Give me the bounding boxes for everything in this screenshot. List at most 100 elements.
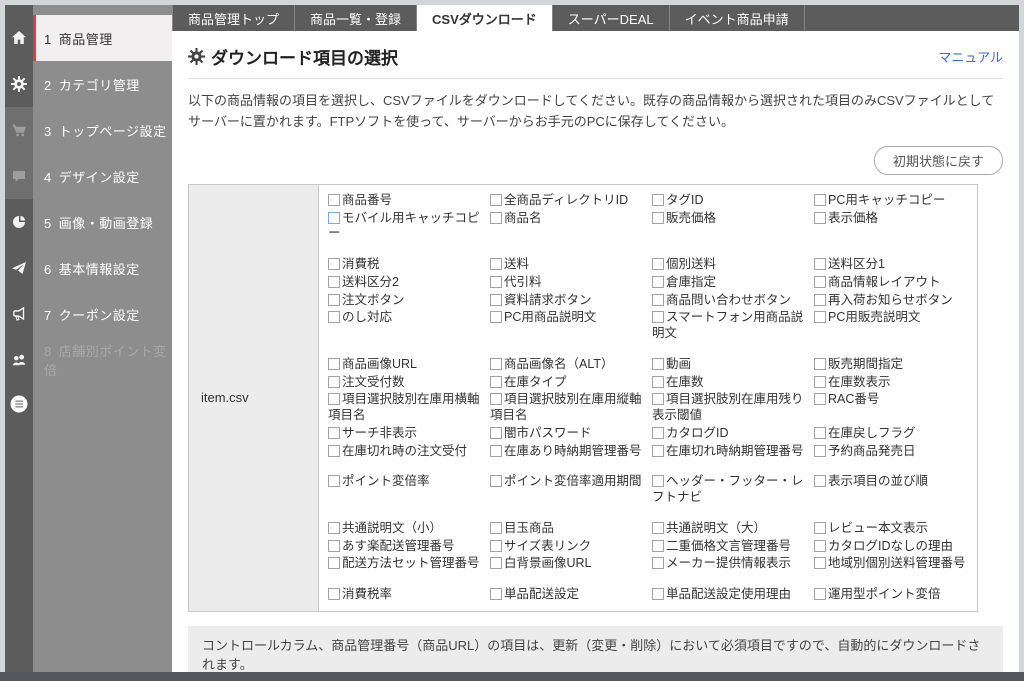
checkbox[interactable]	[652, 475, 664, 488]
csv-item-checkbox[interactable]: カタログID	[652, 425, 809, 443]
checkbox[interactable]	[814, 211, 826, 224]
checkbox[interactable]	[814, 357, 826, 370]
checkbox[interactable]	[490, 275, 502, 288]
csv-item-checkbox[interactable]: 注文受付数	[328, 374, 485, 392]
sidebar-item-3[interactable]: 3 トップページ設定	[5, 107, 172, 153]
csv-item-checkbox[interactable]: PC用販売説明文	[814, 309, 971, 343]
csv-item-checkbox[interactable]: レビュー本文表示	[814, 520, 971, 538]
checkbox[interactable]	[652, 275, 664, 288]
checkbox[interactable]	[328, 475, 340, 488]
checkbox[interactable]	[490, 521, 502, 534]
csv-item-checkbox[interactable]: 全商品ディレクトリID	[490, 192, 647, 210]
csv-item-checkbox[interactable]: 商品画像名（ALT）	[490, 356, 647, 374]
csv-item-checkbox[interactable]: モバイル用キャッチコピー	[328, 210, 485, 244]
checkbox[interactable]	[814, 311, 826, 324]
checkbox[interactable]	[814, 539, 826, 552]
checkbox[interactable]	[652, 393, 664, 406]
checkbox[interactable]	[490, 211, 502, 224]
checkbox[interactable]	[652, 539, 664, 552]
checkbox[interactable]	[652, 426, 664, 439]
csv-item-checkbox[interactable]: あす楽配送管理番号	[328, 538, 485, 556]
csv-item-checkbox[interactable]: 消費税率	[328, 586, 485, 604]
csv-item-checkbox[interactable]: 表示価格	[814, 210, 971, 244]
csv-item-checkbox[interactable]: ポイント変倍率適用期間	[490, 473, 647, 507]
csv-item-checkbox[interactable]: タグID	[652, 192, 809, 210]
csv-item-checkbox[interactable]: 倉庫指定	[652, 274, 809, 292]
csv-item-checkbox[interactable]: 項目選択肢別在庫用残り表示閾値	[652, 391, 809, 425]
csv-item-checkbox[interactable]: 資料請求ボタン	[490, 292, 647, 310]
checkbox[interactable]	[490, 557, 502, 570]
checkbox[interactable]	[328, 275, 340, 288]
checkbox[interactable]	[814, 475, 826, 488]
reset-button[interactable]: 初期状態に戻す	[873, 145, 1003, 175]
checkbox[interactable]	[652, 193, 664, 206]
csv-item-checkbox[interactable]: 動画	[652, 356, 809, 374]
checkbox[interactable]	[814, 588, 826, 601]
checkbox[interactable]	[328, 293, 340, 306]
checkbox[interactable]	[814, 375, 826, 388]
checkbox[interactable]	[652, 211, 664, 224]
csv-item-checkbox[interactable]: 再入荷お知らせボタン	[814, 292, 971, 310]
csv-item-checkbox[interactable]: ヘッダー・フッター・レフトナビ	[652, 473, 809, 507]
checkbox[interactable]	[490, 588, 502, 601]
checkbox[interactable]	[490, 258, 502, 271]
checkbox[interactable]	[490, 475, 502, 488]
csv-item-checkbox[interactable]: 在庫数表示	[814, 374, 971, 392]
checkbox[interactable]	[328, 426, 340, 439]
checkbox[interactable]	[490, 444, 502, 457]
csv-item-checkbox[interactable]: 注文ボタン	[328, 292, 485, 310]
csv-item-checkbox[interactable]: 項目選択肢別在庫用縦軸項目名	[490, 391, 647, 425]
checkbox[interactable]	[490, 375, 502, 388]
checkbox[interactable]	[490, 357, 502, 370]
checkbox[interactable]	[490, 193, 502, 206]
checkbox[interactable]	[652, 557, 664, 570]
csv-item-checkbox[interactable]: RAC番号	[814, 391, 971, 425]
checkbox[interactable]	[652, 521, 664, 534]
sidebar-item-8[interactable]: 8 店舗別ポイント変倍	[5, 337, 172, 383]
sidebar-item-2[interactable]: 2 カテゴリ管理	[5, 61, 172, 107]
csv-item-checkbox[interactable]: 配送方法セット管理番号	[328, 555, 485, 573]
checkbox[interactable]	[652, 293, 664, 306]
checkbox[interactable]	[652, 444, 664, 457]
sidebar-item-5[interactable]: 5 画像・動画登録	[5, 199, 172, 245]
csv-item-checkbox[interactable]: 消費税	[328, 256, 485, 274]
csv-item-checkbox[interactable]: 販売価格	[652, 210, 809, 244]
checkbox[interactable]	[814, 193, 826, 206]
csv-item-checkbox[interactable]: 商品情報レイアウト	[814, 274, 971, 292]
checkbox[interactable]	[328, 211, 340, 224]
checkbox[interactable]	[490, 311, 502, 324]
csv-item-checkbox[interactable]: 地域別個別送料管理番号	[814, 555, 971, 573]
csv-item-checkbox[interactable]: 在庫数	[652, 374, 809, 392]
csv-item-checkbox[interactable]: 項目選択肢別在庫用横軸項目名	[328, 391, 485, 425]
csv-item-checkbox[interactable]: 共通説明文（小）	[328, 520, 485, 538]
csv-item-checkbox[interactable]: 代引料	[490, 274, 647, 292]
sidebar-item-4[interactable]: 4 デザイン設定	[5, 153, 172, 199]
csv-item-checkbox[interactable]: 闇市パスワード	[490, 425, 647, 443]
tab-2[interactable]: 商品一覧・登録	[294, 5, 416, 31]
checkbox[interactable]	[814, 444, 826, 457]
sidebar-item-6[interactable]: 6 基本情報設定	[5, 245, 172, 291]
checkbox[interactable]	[814, 426, 826, 439]
csv-item-checkbox[interactable]: 個別送料	[652, 256, 809, 274]
checkbox[interactable]	[328, 588, 340, 601]
csv-item-checkbox[interactable]: 在庫あり時納期管理番号	[490, 443, 647, 461]
checkbox[interactable]	[328, 375, 340, 388]
csv-item-checkbox[interactable]: 単品配送設定	[490, 586, 647, 604]
csv-item-checkbox[interactable]: 在庫切れ時納期管理番号	[652, 443, 809, 461]
csv-item-checkbox[interactable]: 送料	[490, 256, 647, 274]
csv-item-checkbox[interactable]: 予約商品発売日	[814, 443, 971, 461]
csv-item-checkbox[interactable]: 商品番号	[328, 192, 485, 210]
checkbox[interactable]	[652, 258, 664, 271]
csv-item-checkbox[interactable]: 送料区分1	[814, 256, 971, 274]
checkbox[interactable]	[814, 258, 826, 271]
checkbox[interactable]	[328, 357, 340, 370]
checkbox[interactable]	[328, 193, 340, 206]
csv-item-checkbox[interactable]: 単品配送設定使用理由	[652, 586, 809, 604]
list-circle-icon[interactable]	[5, 387, 33, 421]
checkbox[interactable]	[814, 521, 826, 534]
csv-item-checkbox[interactable]: 表示項目の並び順	[814, 473, 971, 507]
csv-item-checkbox[interactable]: 送料区分2	[328, 274, 485, 292]
csv-item-checkbox[interactable]: 商品画像URL	[328, 356, 485, 374]
checkbox[interactable]	[652, 311, 664, 324]
csv-item-checkbox[interactable]: ポイント変倍率	[328, 473, 485, 507]
